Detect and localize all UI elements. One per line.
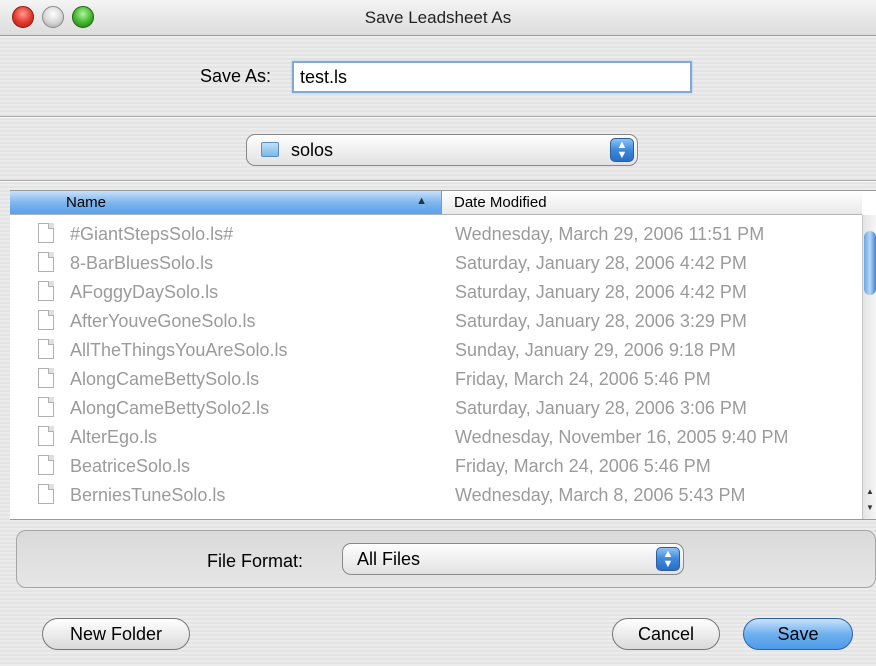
cancel-button[interactable]: Cancel [612, 618, 720, 650]
file-name: AlongCameBettySolo.ls [70, 369, 260, 389]
file-name: BeatriceSolo.ls [70, 456, 191, 476]
file-name: AlongCameBettySolo2.ls [70, 398, 270, 418]
popup-arrows-icon: ▲ ▼ [656, 547, 680, 571]
file-row: AfterYouveGoneSolo.ls Saturday, January … [10, 308, 862, 337]
document-icon [38, 223, 54, 243]
save-as-row: Save As: [0, 56, 876, 96]
file-name: 8-BarBluesSolo.ls [70, 253, 214, 273]
save-as-label: Save As: [200, 66, 272, 86]
location-popup[interactable]: solos ▲ ▼ [246, 134, 638, 166]
file-name: AllTheThingsYouAreSolo.ls [70, 340, 288, 360]
file-format-panel: File Format: All Files ▲ ▼ [16, 530, 876, 588]
column-header-date-label: Date Modified [454, 194, 547, 211]
file-name: BerniesTuneSolo.ls [70, 485, 226, 505]
file-row: BeatriceSolo.ls Friday, March 24, 2006 5… [10, 453, 862, 482]
file-name: AFoggyDaySolo.ls [70, 282, 219, 302]
file-name: AfterYouveGoneSolo.ls [70, 311, 256, 331]
save-button[interactable]: Save [743, 618, 853, 650]
column-header-date-modified[interactable]: Date Modified [442, 191, 862, 215]
file-row: BerniesTuneSolo.ls Wednesday, March 8, 2… [10, 482, 862, 511]
file-row: AlterEgo.ls Wednesday, November 16, 2005… [10, 424, 862, 453]
folder-icon [261, 142, 279, 157]
file-row: AlongCameBettySolo.ls Friday, March 24, … [10, 366, 862, 395]
new-folder-button[interactable]: New Folder [42, 618, 190, 650]
vertical-scrollbar[interactable]: ▲ ▼ [862, 215, 876, 519]
file-date: Sunday, January 29, 2006 9:18 PM [455, 340, 736, 360]
file-name: AlterEgo.ls [70, 427, 158, 447]
document-icon [38, 455, 54, 475]
file-row: #GiantStepsSolo.ls# Wednesday, March 29,… [10, 221, 862, 250]
column-header-name-label: Name [66, 194, 107, 211]
file-date: Friday, March 24, 2006 5:46 PM [455, 369, 711, 389]
divider [0, 180, 876, 182]
document-icon [38, 484, 54, 504]
file-date: Wednesday, March 29, 2006 11:51 PM [455, 224, 765, 244]
column-header-name[interactable]: Name ▲ [10, 191, 442, 215]
file-date: Saturday, January 28, 2006 4:42 PM [455, 282, 747, 302]
document-icon [38, 281, 54, 301]
file-browser[interactable]: Name ▲ Date Modified #GiantStepsSolo.ls#… [10, 190, 876, 520]
document-icon [38, 252, 54, 272]
document-icon [38, 339, 54, 359]
window-title: Save Leadsheet As [364, 8, 512, 27]
scroll-up-arrow-icon[interactable]: ▲ [864, 487, 876, 501]
file-date: Saturday, January 28, 2006 3:06 PM [455, 398, 747, 418]
document-icon [38, 310, 54, 330]
file-row: AllTheThingsYouAreSolo.ls Sunday, Januar… [10, 337, 862, 366]
file-format-label: File Format: [207, 551, 304, 571]
location-popup-value: solos [291, 140, 334, 160]
save-as-input[interactable] [292, 61, 692, 93]
file-row: AlongCameBettySolo2.ls Saturday, January… [10, 395, 862, 424]
title-bar: Save Leadsheet As [0, 0, 876, 36]
sort-ascending-icon: ▲ [416, 195, 427, 207]
popup-arrows-icon: ▲ ▼ [610, 138, 634, 162]
file-format-popup[interactable]: All Files ▲ ▼ [342, 543, 684, 575]
file-format-value: All Files [357, 549, 421, 569]
scrollbar-thumb[interactable] [864, 231, 876, 295]
file-row: 8-BarBluesSolo.ls Saturday, January 28, … [10, 250, 862, 279]
file-date: Wednesday, November 16, 2005 9:40 PM [455, 427, 789, 447]
save-dialog: Save Leadsheet As Save As: solos ▲▼ Name… [0, 0, 876, 666]
document-icon [38, 397, 54, 417]
file-date: Saturday, January 28, 2006 4:42 PM [455, 253, 747, 273]
file-date: Saturday, January 28, 2006 3:29 PM [455, 311, 747, 331]
file-name: #GiantStepsSolo.ls# [70, 224, 234, 244]
file-date: Wednesday, March 8, 2006 5:43 PM [455, 485, 746, 505]
divider [0, 116, 876, 118]
file-date: Friday, March 24, 2006 5:46 PM [455, 456, 711, 476]
document-icon [38, 368, 54, 388]
scroll-down-arrow-icon[interactable]: ▼ [864, 503, 876, 517]
document-icon [38, 426, 54, 446]
file-row: AFoggyDaySolo.ls Saturday, January 28, 2… [10, 279, 862, 308]
